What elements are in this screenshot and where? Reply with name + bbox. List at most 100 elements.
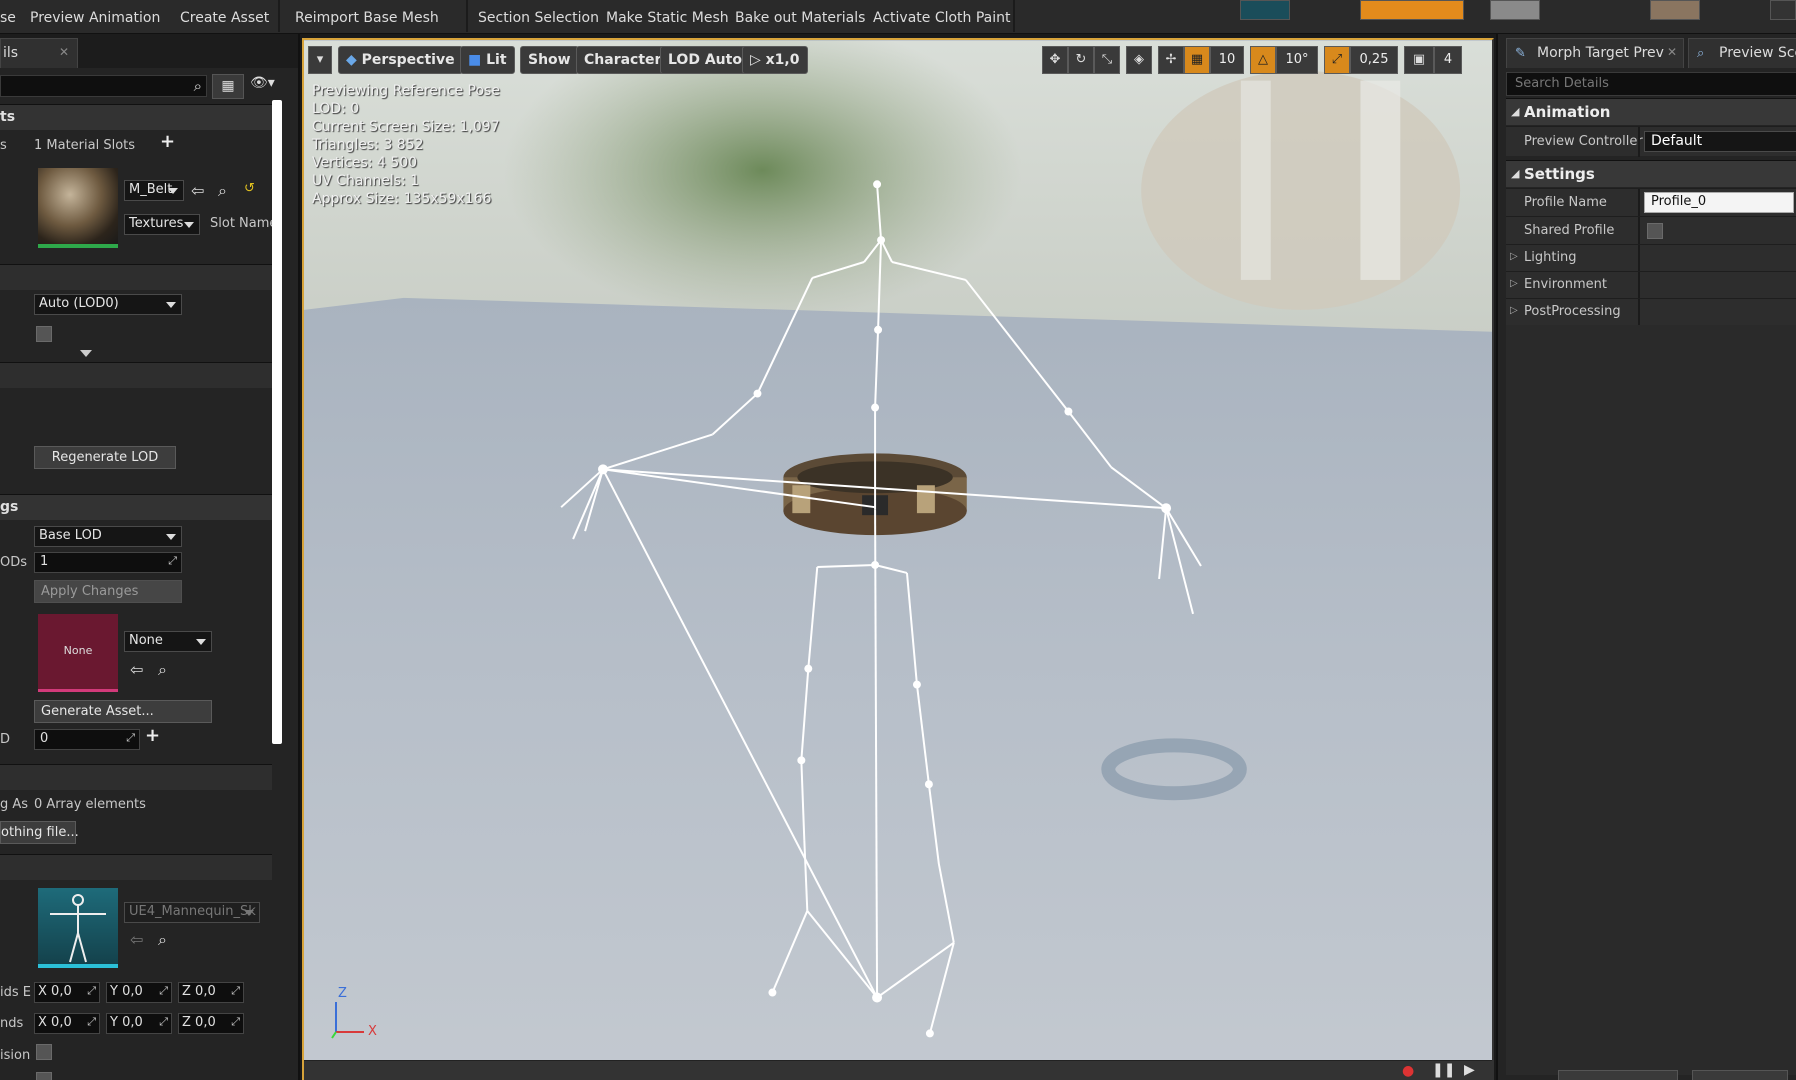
- clothing-category[interactable]: [0, 764, 272, 790]
- translate-icon[interactable]: ✥: [1042, 46, 1068, 74]
- bounds-y-input[interactable]: Y 0,0 ⤢: [106, 982, 172, 1003]
- lod-picker-category[interactable]: [0, 264, 272, 290]
- grid-snap-value[interactable]: 10: [1210, 46, 1244, 74]
- postprocessing-row[interactable]: ▷ PostProcessing: [1506, 298, 1796, 326]
- eye-icon[interactable]: 👁▾: [250, 75, 275, 91]
- add-profile-button-partial[interactable]: [1692, 1070, 1788, 1080]
- base-lod-select[interactable]: Base LOD: [34, 526, 182, 547]
- scale-snap-value[interactable]: 0,25: [1350, 46, 1398, 74]
- column-splitter[interactable]: [1638, 245, 1640, 272]
- settings-category[interactable]: ◢ Settings: [1506, 160, 1796, 187]
- camera-speed-icon[interactable]: ▣: [1404, 46, 1434, 74]
- close-icon[interactable]: ✕: [59, 45, 69, 59]
- reset-arrow-icon[interactable]: ↺: [244, 181, 255, 196]
- lod-auto-button[interactable]: LOD Auto: [660, 46, 750, 74]
- column-splitter[interactable]: [1638, 217, 1640, 245]
- record-icon[interactable]: ●: [1402, 1063, 1414, 1079]
- add-material-slot-button[interactable]: +: [160, 131, 175, 152]
- grid-snap-icon[interactable]: ▦: [1184, 46, 1210, 74]
- browse-search-icon[interactable]: ⌕: [158, 930, 167, 950]
- details-scrollbar[interactable]: [272, 100, 282, 744]
- close-icon[interactable]: ✕: [1667, 45, 1677, 59]
- collision-checkbox-2[interactable]: [36, 1072, 52, 1080]
- asset-thumbnail-active[interactable]: [1360, 0, 1464, 20]
- tab-preview-scene[interactable]: ⌕ Preview Sce: [1688, 38, 1796, 68]
- profile-name-input[interactable]: Profile_0: [1644, 192, 1794, 213]
- column-splitter[interactable]: [1638, 299, 1640, 326]
- bake-out-materials-button[interactable]: Bake out Materials: [735, 0, 865, 32]
- animation-category[interactable]: ◢ Animation: [1506, 98, 1796, 125]
- skeleton-select[interactable]: UE4_Mannequin_Sk: [124, 902, 260, 923]
- apply-changes-button[interactable]: Apply Changes: [34, 580, 182, 603]
- details-search-input[interactable]: Search Details: [1506, 72, 1796, 96]
- rotation-snap-value[interactable]: 10°: [1276, 46, 1318, 74]
- lod-settings-category[interactable]: gs: [0, 494, 272, 520]
- toolbar-item-truncated[interactable]: se: [0, 0, 16, 32]
- close-icon[interactable]: [1770, 0, 1796, 20]
- step-forward-icon[interactable]: ▶: [1464, 1062, 1475, 1078]
- asset-thumbnail[interactable]: [1490, 0, 1540, 20]
- pos-bounds-x-input[interactable]: X 0,0 ⤢: [34, 1013, 100, 1034]
- perspective-button[interactable]: ◆ Perspective: [338, 46, 463, 74]
- collision-checkbox[interactable]: [36, 1044, 52, 1060]
- use-selected-arrow-icon[interactable]: ⇦: [191, 181, 204, 200]
- num-lods-input[interactable]: 1 ⤢: [34, 552, 182, 573]
- reimport-base-mesh-button[interactable]: Reimport Base Mesh: [295, 0, 439, 32]
- camera-speed-value[interactable]: 4: [1434, 46, 1462, 74]
- viewport[interactable]: ▾ ◆ Perspective ■ Lit Show Character LOD…: [302, 38, 1494, 1080]
- use-selected-arrow-icon[interactable]: ⇦: [130, 930, 143, 949]
- details-search-input[interactable]: ⌕: [0, 75, 207, 97]
- expand-arrow-icon[interactable]: [80, 350, 92, 357]
- scale-icon[interactable]: ⤡: [1094, 46, 1120, 74]
- materials-category[interactable]: ts: [0, 104, 272, 130]
- browse-search-icon[interactable]: ⌕: [218, 181, 227, 201]
- browse-search-icon[interactable]: ⌕: [158, 660, 167, 680]
- material-thumbnail[interactable]: [38, 168, 118, 248]
- import-clothing-button[interactable]: othing file...: [0, 821, 79, 844]
- material-select[interactable]: M_Belt: [124, 180, 184, 201]
- profile-combo-partial[interactable]: [1558, 1070, 1678, 1080]
- column-splitter[interactable]: [1638, 189, 1640, 217]
- textures-dropdown[interactable]: Textures: [124, 214, 200, 235]
- surface-snap-icon[interactable]: ✢: [1158, 46, 1184, 74]
- rotate-icon[interactable]: ↻: [1068, 46, 1094, 74]
- tab-details[interactable]: ils ✕: [0, 38, 78, 68]
- bounds-x-input[interactable]: X 0,0 ⤢: [34, 982, 100, 1003]
- lod-index-input[interactable]: 0 ⤢: [34, 729, 140, 750]
- custom-lod-checkbox[interactable]: [36, 326, 52, 342]
- pos-bounds-z-input[interactable]: Z 0,0 ⤢: [178, 1013, 244, 1034]
- preview-animation-button[interactable]: Preview Animation: [30, 0, 160, 32]
- skeleton-thumbnail[interactable]: [38, 888, 118, 968]
- regenerate-lod-button[interactable]: Regenerate LOD: [34, 446, 176, 469]
- tab-morph-target-preview[interactable]: ✎ Morph Target Prev ✕: [1506, 38, 1684, 68]
- activate-cloth-paint-button[interactable]: Activate Cloth Paint: [873, 0, 1011, 32]
- asset-thumbnail[interactable]: [1650, 0, 1700, 20]
- bounds-z-input[interactable]: Z 0,0 ⤢: [178, 982, 244, 1003]
- lod-category[interactable]: [0, 362, 272, 388]
- rotation-snap-icon[interactable]: △: [1250, 46, 1276, 74]
- viewport-options-chevron-icon[interactable]: ▾: [308, 46, 332, 74]
- skeleton-category[interactable]: [0, 854, 272, 880]
- scale-snap-icon[interactable]: ⤢: [1324, 46, 1350, 74]
- environment-row[interactable]: ▷ Environment: [1506, 271, 1796, 299]
- lod-settings-thumbnail[interactable]: None: [38, 614, 118, 692]
- property-matrix-button[interactable]: ▦: [212, 74, 244, 99]
- lod-select[interactable]: Auto (LOD0): [34, 294, 182, 315]
- section-selection-button[interactable]: Section Selection: [478, 0, 599, 32]
- pos-bounds-y-input[interactable]: Y 0,0 ⤢: [106, 1013, 172, 1034]
- lit-button[interactable]: ■ Lit: [460, 46, 515, 74]
- add-lod-button[interactable]: +: [145, 725, 160, 746]
- playback-speed-button[interactable]: ▷ x1,0: [742, 46, 808, 74]
- character-button[interactable]: Character: [576, 46, 670, 74]
- pause-icon[interactable]: ❚❚: [1432, 1062, 1455, 1078]
- use-selected-arrow-icon[interactable]: ⇦: [130, 660, 143, 679]
- shared-profile-checkbox[interactable]: [1647, 223, 1663, 239]
- lod-settings-asset-select[interactable]: None: [124, 631, 212, 652]
- column-splitter[interactable]: [1638, 127, 1640, 157]
- lighting-row[interactable]: ▷ Lighting: [1506, 244, 1796, 272]
- preview-controller-select[interactable]: Default: [1644, 131, 1796, 152]
- world-local-icon[interactable]: ◈: [1126, 46, 1152, 74]
- show-button[interactable]: Show: [520, 46, 579, 74]
- column-splitter[interactable]: [1638, 272, 1640, 299]
- create-asset-button[interactable]: Create Asset: [180, 0, 269, 32]
